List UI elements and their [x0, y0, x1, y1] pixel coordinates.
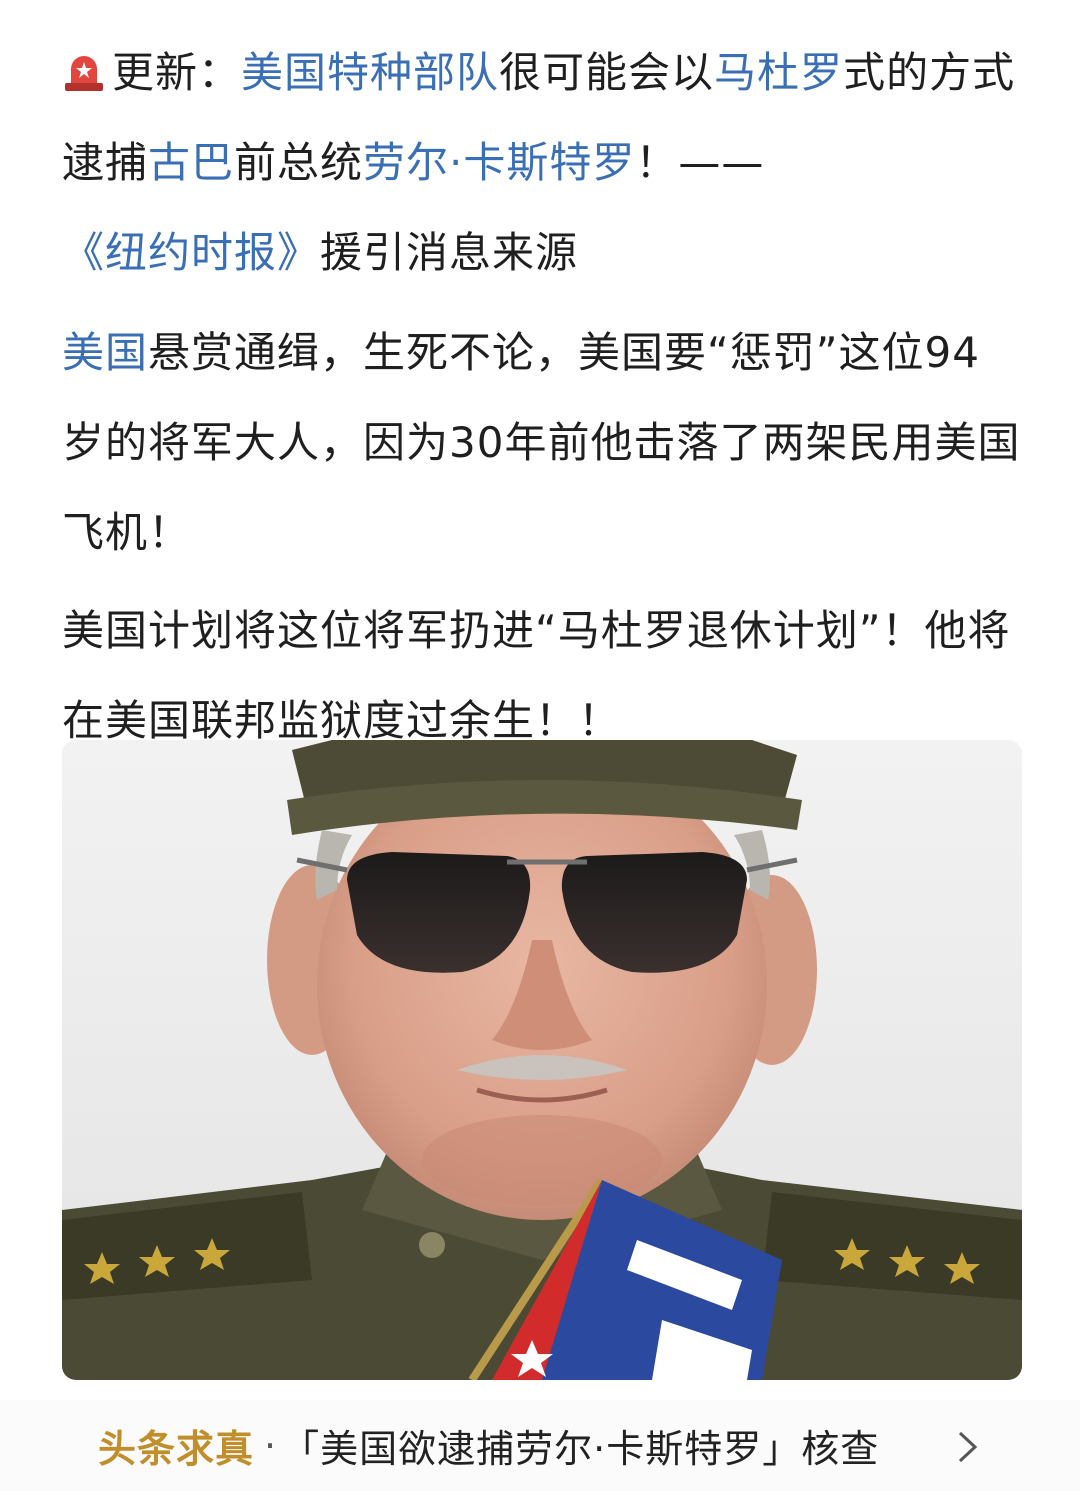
paragraph-plan: 美国计划将这位将军扔进“马杜罗退休计划”！他将在美国联邦监狱度过余生！！: [62, 586, 1022, 766]
chevron-right-icon[interactable]: [956, 1430, 980, 1464]
text: 援引消息来源: [320, 228, 579, 277]
link-us-special-forces[interactable]: 美国特种部队: [241, 48, 499, 97]
link-maduro[interactable]: 马杜罗: [714, 48, 843, 97]
paragraph-update: 更新：美国特种部队很可能会以马杜罗式的方式逮捕古巴前总统劳尔·卡斯特罗！——《纽…: [62, 28, 1022, 298]
article-photo[interactable]: [62, 740, 1022, 1380]
source-title: 「美国欲逮捕劳尔·卡斯特罗」核查: [281, 1427, 880, 1471]
link-cuba[interactable]: 古巴: [148, 138, 234, 187]
source-brand: 头条求真: [98, 1427, 255, 1471]
link-nyt[interactable]: 《纽约时报》: [62, 228, 320, 277]
photo-illustration: [62, 740, 1022, 1380]
source-separator: ·: [264, 1423, 278, 1468]
text: 很可能会以: [499, 48, 715, 97]
alarm-light-icon: [65, 56, 103, 91]
text: ！——: [635, 138, 765, 187]
link-raul-castro[interactable]: 劳尔·卡斯特罗: [363, 138, 635, 187]
paragraph-bounty: 美国悬赏通缉，生死不论，美国要“惩罚”这位94岁的将军大人，因为30年前他击落了…: [62, 308, 1022, 578]
update-prefix: 更新：: [112, 48, 242, 97]
fact-check-source-bar[interactable]: 头条求真 · 「美国欲逮捕劳尔·卡斯特罗」核查: [0, 1400, 1080, 1491]
text: 美国计划将这位将军扔进“马杜罗退休计划”！他将在美国联邦监狱度过余生！！: [62, 606, 1011, 745]
text: 悬赏通缉，生死不论，美国要“惩罚”这位94岁的将军大人，因为30年前他击落了两架…: [62, 328, 1021, 557]
link-usa[interactable]: 美国: [62, 328, 148, 377]
article-body: 更新：美国特种部队很可能会以马杜罗式的方式逮捕古巴前总统劳尔·卡斯特罗！——《纽…: [62, 28, 1022, 774]
text: 前总统: [234, 138, 364, 187]
